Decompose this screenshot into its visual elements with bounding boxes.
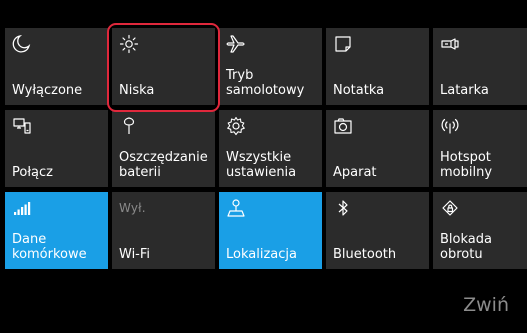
tile-connect[interactable]: Połącz: [5, 110, 108, 187]
camera-icon: [333, 115, 355, 137]
tile-note[interactable]: Notatka: [326, 28, 429, 105]
tile-location[interactable]: Lokalizacja: [219, 192, 322, 269]
hotspot-icon: [440, 115, 462, 137]
battery-saver-icon: [119, 115, 141, 137]
moon-icon: [12, 33, 34, 55]
tile-label: Hotspot mobilny: [440, 150, 493, 180]
tile-label: Niska: [119, 83, 155, 98]
tile-brightness-off[interactable]: Wyłączone: [5, 28, 108, 105]
location-icon: [226, 197, 248, 219]
tile-all-settings[interactable]: Wszystkie ustawienia: [219, 110, 322, 187]
cellular-signal-icon: [12, 197, 34, 219]
settings-gear-icon: [226, 115, 248, 137]
tile-label: Bluetooth: [333, 247, 397, 262]
tile-bluetooth[interactable]: Bluetooth: [326, 192, 429, 269]
tile-label: Notatka: [333, 83, 385, 98]
tile-label: Latarka: [440, 83, 489, 98]
rotation-lock-icon: [440, 197, 462, 219]
bluetooth-icon: [333, 197, 355, 219]
tile-label: Dane komórkowe: [12, 232, 87, 262]
tile-label: Blokada obrotu: [440, 232, 492, 262]
tile-wifi[interactable]: Wył. Wi-Fi: [112, 192, 215, 269]
wifi-status-text: Wył.: [119, 201, 146, 215]
flashlight-icon: [440, 33, 462, 55]
tile-label: Lokalizacja: [226, 247, 297, 262]
tile-battery-saver[interactable]: Oszczędzanie baterii: [112, 110, 215, 187]
tile-airplane-mode[interactable]: Tryb samolotowy: [219, 28, 322, 105]
airplane-icon: [226, 33, 248, 55]
brightness-sun-icon: [119, 33, 141, 55]
tile-label: Wszystkie ustawienia: [226, 150, 297, 180]
tile-cellular-data[interactable]: Dane komórkowe: [5, 192, 108, 269]
tile-brightness-low[interactable]: Niska: [112, 28, 215, 105]
tile-label: Tryb samolotowy: [226, 68, 305, 98]
tile-label: Aparat: [333, 165, 377, 180]
tile-flashlight[interactable]: Latarka: [433, 28, 527, 105]
quick-actions-grid: Wyłączone Niska Tryb samolotowy Notatka …: [5, 28, 527, 269]
tile-camera[interactable]: Aparat: [326, 110, 429, 187]
tile-rotation-lock[interactable]: Blokada obrotu: [433, 192, 527, 269]
tile-mobile-hotspot[interactable]: Hotspot mobilny: [433, 110, 527, 187]
tile-label: Wi-Fi: [119, 247, 151, 262]
action-center-panel: Wyłączone Niska Tryb samolotowy Notatka …: [0, 0, 527, 333]
tile-label: Wyłączone: [12, 83, 83, 98]
wifi-icon: Wył.: [119, 197, 146, 219]
note-icon: [333, 33, 355, 55]
collapse-link[interactable]: Zwiń: [463, 294, 509, 316]
connect-icon: [12, 115, 34, 137]
tile-label: Połącz: [12, 165, 53, 180]
tile-label: Oszczędzanie baterii: [119, 150, 208, 180]
